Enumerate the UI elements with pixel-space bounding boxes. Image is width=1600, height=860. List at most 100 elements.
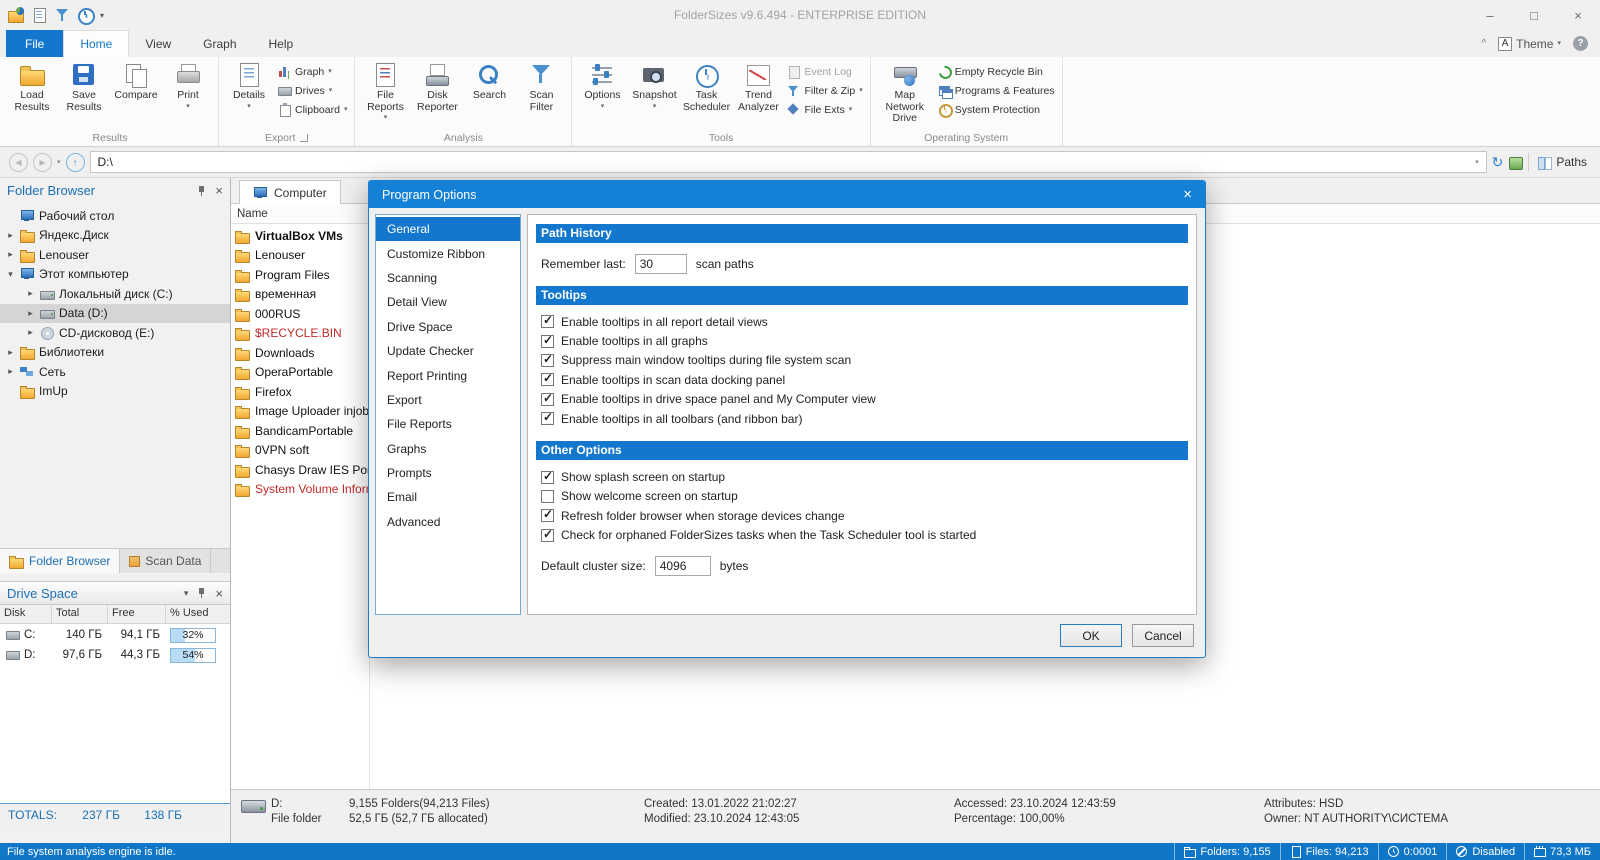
minimize-button[interactable]: – bbox=[1468, 0, 1512, 30]
refresh-icon[interactable]: ↻ bbox=[1492, 155, 1504, 169]
tab-computer[interactable]: Computer bbox=[239, 180, 341, 204]
save-results-button[interactable]: Save Results bbox=[59, 59, 109, 113]
panel-menu-chevron-icon[interactable]: ▾ bbox=[184, 588, 189, 599]
task-scheduler-button[interactable]: Task Scheduler bbox=[681, 59, 731, 113]
checkbox-row[interactable]: Show splash screen on startup bbox=[541, 467, 1188, 486]
dialog-close-icon[interactable]: × bbox=[1164, 186, 1192, 203]
dialog-launcher-icon[interactable] bbox=[300, 134, 309, 142]
qat-new-report-icon[interactable] bbox=[31, 7, 47, 23]
compare-button[interactable]: Compare bbox=[111, 59, 161, 102]
nav-item-graphs[interactable]: Graphs bbox=[376, 437, 520, 461]
tree-item-this-pc[interactable]: ▾ Этот компьютер bbox=[0, 265, 230, 285]
nav-item-detail-view[interactable]: Detail View bbox=[376, 290, 520, 314]
trend-analyzer-button[interactable]: Trend Analyzer bbox=[733, 59, 783, 113]
map-network-drive-button[interactable]: Map Network Drive bbox=[876, 59, 934, 125]
nav-item-update-checker[interactable]: Update Checker bbox=[376, 339, 520, 363]
options-button[interactable]: Options ▾ bbox=[577, 59, 627, 110]
column-free[interactable]: Free bbox=[108, 605, 166, 623]
checkbox-row[interactable]: Enable tooltips in drive space panel and… bbox=[541, 390, 1188, 409]
file-reports-button[interactable]: File Reports ▾ bbox=[360, 59, 410, 121]
tab-home[interactable]: Home bbox=[63, 30, 130, 57]
tree-item-imup[interactable]: ImUp bbox=[0, 382, 230, 402]
checkbox[interactable] bbox=[541, 527, 554, 542]
nav-item-scanning[interactable]: Scanning bbox=[376, 266, 520, 290]
checkbox[interactable] bbox=[541, 489, 554, 503]
checkbox[interactable] bbox=[541, 410, 554, 426]
programs-features-menu-item[interactable]: Programs & Features bbox=[938, 83, 1055, 99]
graph-menu-item[interactable]: Graph ▾ bbox=[278, 64, 347, 79]
tab-view[interactable]: View bbox=[129, 30, 187, 57]
cluster-size-input[interactable] bbox=[654, 555, 711, 576]
column-used[interactable]: % Used bbox=[166, 605, 230, 623]
up-button[interactable]: ↑ bbox=[65, 152, 85, 172]
nav-item-prompts[interactable]: Prompts bbox=[376, 461, 520, 485]
clipboard-menu-item[interactable]: Clipboard ▾ bbox=[278, 102, 347, 117]
qat-history-icon[interactable] bbox=[77, 7, 95, 25]
caret-icon[interactable]: ▸ bbox=[25, 308, 36, 319]
drive-row-d[interactable]: D: 97,6 ГБ 44,3 ГБ 54% bbox=[0, 645, 230, 665]
nav-item-report-printing[interactable]: Report Printing bbox=[376, 363, 520, 387]
search-button[interactable]: Search bbox=[464, 59, 514, 102]
pin-icon[interactable] bbox=[196, 587, 207, 599]
tree-item-desktop[interactable]: Рабочий стол bbox=[0, 206, 230, 226]
disk-reporter-button[interactable]: Disk Reporter bbox=[412, 59, 462, 113]
tree-item-network[interactable]: ▸ Сеть bbox=[0, 362, 230, 382]
close-button[interactable]: × bbox=[1556, 0, 1600, 30]
close-panel-icon[interactable]: × bbox=[215, 587, 223, 600]
load-results-button[interactable]: Load Results bbox=[7, 59, 57, 113]
nav-item-customize-ribbon[interactable]: Customize Ribbon bbox=[376, 241, 520, 265]
checkbox-row[interactable]: Enable tooltips in all toolbars (and rib… bbox=[541, 409, 1188, 428]
pin-icon[interactable] bbox=[196, 185, 207, 197]
close-panel-icon[interactable]: × bbox=[215, 184, 223, 197]
column-total[interactable]: Total bbox=[52, 605, 108, 623]
export-wizard-icon[interactable] bbox=[1508, 155, 1524, 170]
tree-item-drive-c[interactable]: ▸ Локальный диск (C:) bbox=[0, 284, 230, 304]
checkbox-row[interactable]: Suppress main window tooltips during fil… bbox=[541, 351, 1188, 370]
checkbox[interactable] bbox=[541, 371, 554, 387]
theme-selector[interactable]: A Theme ▾ bbox=[1498, 36, 1561, 51]
checkbox-row[interactable]: Enable tooltips in scan data docking pan… bbox=[541, 370, 1188, 389]
help-icon[interactable]: ? bbox=[1573, 36, 1588, 51]
tree-item-lenouser[interactable]: ▸ Lenouser bbox=[0, 245, 230, 265]
drive-row-c[interactable]: C: 140 ГБ 94,1 ГБ 32% bbox=[0, 625, 230, 645]
path-dropdown-icon[interactable]: ▾ bbox=[1475, 158, 1479, 166]
maximize-button[interactable]: □ bbox=[1512, 0, 1556, 30]
checkbox-row[interactable]: Enable tooltips in all report detail vie… bbox=[541, 312, 1188, 331]
checkbox[interactable] bbox=[541, 352, 554, 367]
checkbox[interactable] bbox=[541, 333, 554, 348]
qat-customize-chevron-icon[interactable]: ▾ bbox=[100, 11, 104, 20]
caret-icon[interactable]: ▸ bbox=[25, 327, 36, 338]
tab-folder-browser[interactable]: Folder Browser bbox=[0, 549, 121, 573]
back-button[interactable]: ◀ bbox=[9, 152, 28, 172]
column-disk[interactable]: Disk bbox=[0, 605, 52, 623]
checkbox-row[interactable]: Check for orphaned FolderSizes tasks whe… bbox=[541, 526, 1188, 545]
paths-button[interactable]: Paths bbox=[1534, 155, 1591, 170]
nav-item-general[interactable]: General bbox=[376, 217, 520, 242]
tree-item-drive-d[interactable]: ▸ Data (D:) bbox=[0, 303, 230, 323]
checkbox-row[interactable]: Show welcome screen on startup bbox=[541, 487, 1188, 506]
caret-icon[interactable]: ▸ bbox=[5, 249, 16, 260]
ok-button[interactable]: OK bbox=[1060, 624, 1122, 647]
checkbox[interactable] bbox=[541, 507, 554, 523]
tree-item-cd-drive-e[interactable]: ▸ CD-дисковод (E:) bbox=[0, 323, 230, 343]
checkbox[interactable] bbox=[541, 313, 554, 329]
drives-menu-item[interactable]: Drives ▾ bbox=[278, 83, 347, 98]
nav-item-email[interactable]: Email bbox=[376, 485, 520, 509]
empty-recycle-bin-menu-item[interactable]: Empty Recycle Bin bbox=[938, 64, 1055, 79]
cancel-button[interactable]: Cancel bbox=[1132, 624, 1194, 647]
tab-file[interactable]: File bbox=[6, 30, 64, 57]
tab-scan-data[interactable]: Scan Data bbox=[120, 549, 212, 573]
details-button[interactable]: Details ▾ bbox=[224, 59, 274, 110]
caret-icon[interactable]: ▸ bbox=[5, 366, 16, 377]
filter-zip-menu-item[interactable]: Filter & Zip ▾ bbox=[787, 83, 863, 98]
remember-last-input[interactable] bbox=[634, 254, 687, 274]
collapse-ribbon-icon[interactable]: ^ bbox=[1481, 38, 1486, 49]
tree-item-yandex-disk[interactable]: ▸ Яндекс.Диск bbox=[0, 226, 230, 246]
system-protection-menu-item[interactable]: System Protection bbox=[938, 102, 1055, 118]
nav-item-export[interactable]: Export bbox=[376, 388, 520, 412]
forward-button[interactable]: ▶ bbox=[33, 152, 52, 172]
checkbox-row[interactable]: Enable tooltips in all graphs bbox=[541, 331, 1188, 350]
nav-item-drive-space[interactable]: Drive Space bbox=[376, 315, 520, 339]
checkbox-row[interactable]: Refresh folder browser when storage devi… bbox=[541, 506, 1188, 525]
path-input[interactable]: D:\ ▾ bbox=[89, 151, 1487, 173]
